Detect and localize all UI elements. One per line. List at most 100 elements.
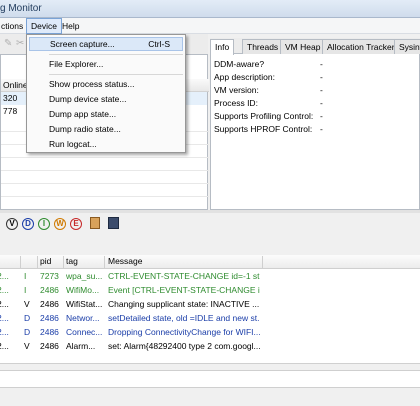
log-cell-level: D bbox=[24, 327, 31, 337]
log-cell-message: Dropping ConnectivityChange for WIFI... bbox=[108, 327, 260, 337]
log-cell-level: D bbox=[24, 313, 31, 323]
menu-item-label: Dump app state... bbox=[49, 109, 117, 119]
log-cell-message: Event [CTRL-EVENT-STATE-CHANGE i... bbox=[108, 285, 260, 295]
info-label: App description: bbox=[214, 72, 275, 82]
column-separator bbox=[63, 256, 64, 268]
menu-item-dump-app-state[interactable]: Dump app state... bbox=[29, 107, 183, 121]
info-value: - bbox=[320, 111, 323, 121]
column-header-message[interactable]: Message bbox=[108, 256, 143, 266]
filter-field[interactable] bbox=[0, 370, 420, 388]
info-value: - bbox=[320, 85, 323, 95]
log-cell-tag: Networ... bbox=[66, 313, 100, 323]
log-cell-tag: wpa_su... bbox=[66, 271, 103, 281]
device-row[interactable]: 778 bbox=[1, 105, 17, 118]
grid-line bbox=[1, 196, 209, 197]
title-bar: g Monitor bbox=[0, 0, 420, 18]
column-separator bbox=[104, 256, 105, 268]
log-cell-message: Changing supplicant state: INACTIVE ... bbox=[108, 299, 260, 309]
clear-log-icon[interactable] bbox=[90, 217, 100, 229]
menu-item-label: Run logcat... bbox=[49, 139, 97, 149]
log-cell-pid: 2486 bbox=[40, 327, 59, 337]
log-cell-time: 2... bbox=[0, 327, 9, 337]
table-row[interactable]: 2... D 2486 Networ... setDetailed state, old… bbox=[0, 312, 262, 325]
tab-info[interactable]: Info bbox=[210, 39, 235, 55]
menu-item-label: Show process status... bbox=[49, 79, 135, 89]
device-menu: Screen capture... Ctrl-S File Explorer..… bbox=[26, 34, 186, 153]
info-value: - bbox=[320, 59, 323, 69]
tab-sysinfo[interactable]: Sysinf bbox=[394, 39, 420, 54]
info-filter-button[interactable]: I bbox=[38, 218, 50, 230]
log-cell-tag: Connec... bbox=[66, 327, 103, 337]
log-cell-level: V bbox=[24, 341, 30, 351]
log-cell-time: 2... bbox=[0, 313, 9, 323]
table-row[interactable]: 2... I 7273 wpa_su... CTRL-EVENT-STATE-CHANG… bbox=[0, 270, 262, 283]
debug-filter-button[interactable]: D bbox=[22, 218, 34, 230]
grid-line bbox=[1, 157, 209, 158]
tab-vm-heap[interactable]: VM Heap bbox=[280, 39, 326, 54]
info-value: - bbox=[320, 124, 323, 134]
tab-threads[interactable]: Threads bbox=[242, 39, 284, 54]
tab-allocation-tracker[interactable]: Allocation Tracker bbox=[322, 39, 400, 54]
menu-device[interactable]: Device bbox=[26, 18, 62, 34]
menu-item-label: Screen capture... bbox=[50, 39, 115, 49]
column-header-tag[interactable]: tag bbox=[66, 256, 78, 266]
error-filter-button[interactable]: E bbox=[70, 218, 82, 230]
menu-item-run-logcat[interactable]: Run logcat... bbox=[29, 137, 183, 151]
log-cell-pid: 7273 bbox=[40, 271, 59, 281]
log-cell-time: 2... bbox=[0, 285, 9, 295]
menu-item-label: Dump radio state... bbox=[49, 124, 121, 134]
log-cell-pid: 2486 bbox=[40, 285, 59, 295]
toolbar-disabled-icon-2: ✂ bbox=[16, 38, 25, 49]
column-header-pid[interactable]: pid bbox=[40, 256, 51, 266]
menu-item-show-process-status[interactable]: Show process status... bbox=[29, 77, 183, 91]
info-label: Supports HPROF Control: bbox=[214, 124, 313, 134]
log-cell-message: CTRL-EVENT-STATE-CHANGE id=-1 st... bbox=[108, 271, 260, 281]
menu-item-screen-capture[interactable]: Screen capture... Ctrl-S bbox=[29, 37, 183, 51]
menu-help[interactable]: Help bbox=[58, 18, 83, 34]
menu-item-label: Dump device state... bbox=[49, 94, 127, 104]
info-tabbar: Info Threads VM Heap Allocation Tracker … bbox=[210, 38, 420, 55]
menu-item-file-explorer[interactable]: File Explorer... bbox=[29, 57, 183, 71]
column-separator bbox=[262, 256, 263, 268]
process-id: 320 bbox=[3, 93, 18, 103]
menu-bar: ctions Device Help bbox=[0, 18, 420, 34]
log-cell-tag: WifiStat... bbox=[66, 299, 103, 309]
process-id: 778 bbox=[3, 106, 18, 116]
info-label: VM version: bbox=[214, 85, 259, 95]
menu-item-dump-device-state[interactable]: Dump device state... bbox=[29, 92, 183, 106]
grid-line bbox=[1, 183, 209, 184]
table-row[interactable]: 2... V 2486 Alarm... set: Alarm{48292400 typ… bbox=[0, 340, 262, 353]
grid-line bbox=[1, 170, 209, 171]
log-cell-pid: 2486 bbox=[40, 341, 59, 351]
table-row[interactable]: 2... V 2486 WifiStat... Changing supplicant … bbox=[0, 298, 262, 311]
menu-separator bbox=[49, 74, 183, 75]
info-label: DDM-aware? bbox=[214, 59, 265, 69]
log-cell-time: 2... bbox=[0, 271, 9, 281]
warn-filter-button[interactable]: W bbox=[54, 218, 66, 230]
log-cell-pid: 2486 bbox=[40, 299, 59, 309]
menu-actions[interactable]: ctions bbox=[0, 18, 27, 34]
log-cell-message: set: Alarm{48292400 type 2 com.googl... bbox=[108, 341, 260, 351]
log-cell-level: I bbox=[24, 285, 27, 295]
info-label: Supports Profiling Control: bbox=[214, 111, 314, 121]
window-title: g Monitor bbox=[0, 3, 42, 14]
table-row[interactable]: 2... I 2486 WifiMo... Event [CTRL-EVENT-STAT… bbox=[0, 284, 262, 297]
menu-separator bbox=[49, 54, 183, 55]
log-cell-level: V bbox=[24, 299, 30, 309]
info-label: Process ID: bbox=[214, 98, 258, 108]
verbose-filter-button[interactable]: V bbox=[6, 218, 18, 230]
save-icon[interactable] bbox=[108, 217, 119, 229]
column-separator bbox=[37, 256, 38, 268]
log-cell-time: 2... bbox=[0, 341, 9, 351]
log-cell-pid: 2486 bbox=[40, 313, 59, 323]
menu-item-label: File Explorer... bbox=[49, 59, 104, 69]
menu-item-shortcut: Ctrl-S bbox=[148, 39, 170, 49]
column-separator bbox=[20, 256, 21, 268]
menu-item-dump-radio-state[interactable]: Dump radio state... bbox=[29, 122, 183, 136]
log-cell-level: I bbox=[24, 271, 27, 281]
table-row[interactable]: 2... D 2486 Connec... Dropping ConnectivityC… bbox=[0, 326, 262, 339]
info-value: - bbox=[320, 98, 323, 108]
device-status: Online bbox=[3, 80, 28, 90]
log-cell-tag: WifiMo... bbox=[66, 285, 100, 295]
log-cell-time: 2... bbox=[0, 299, 9, 309]
